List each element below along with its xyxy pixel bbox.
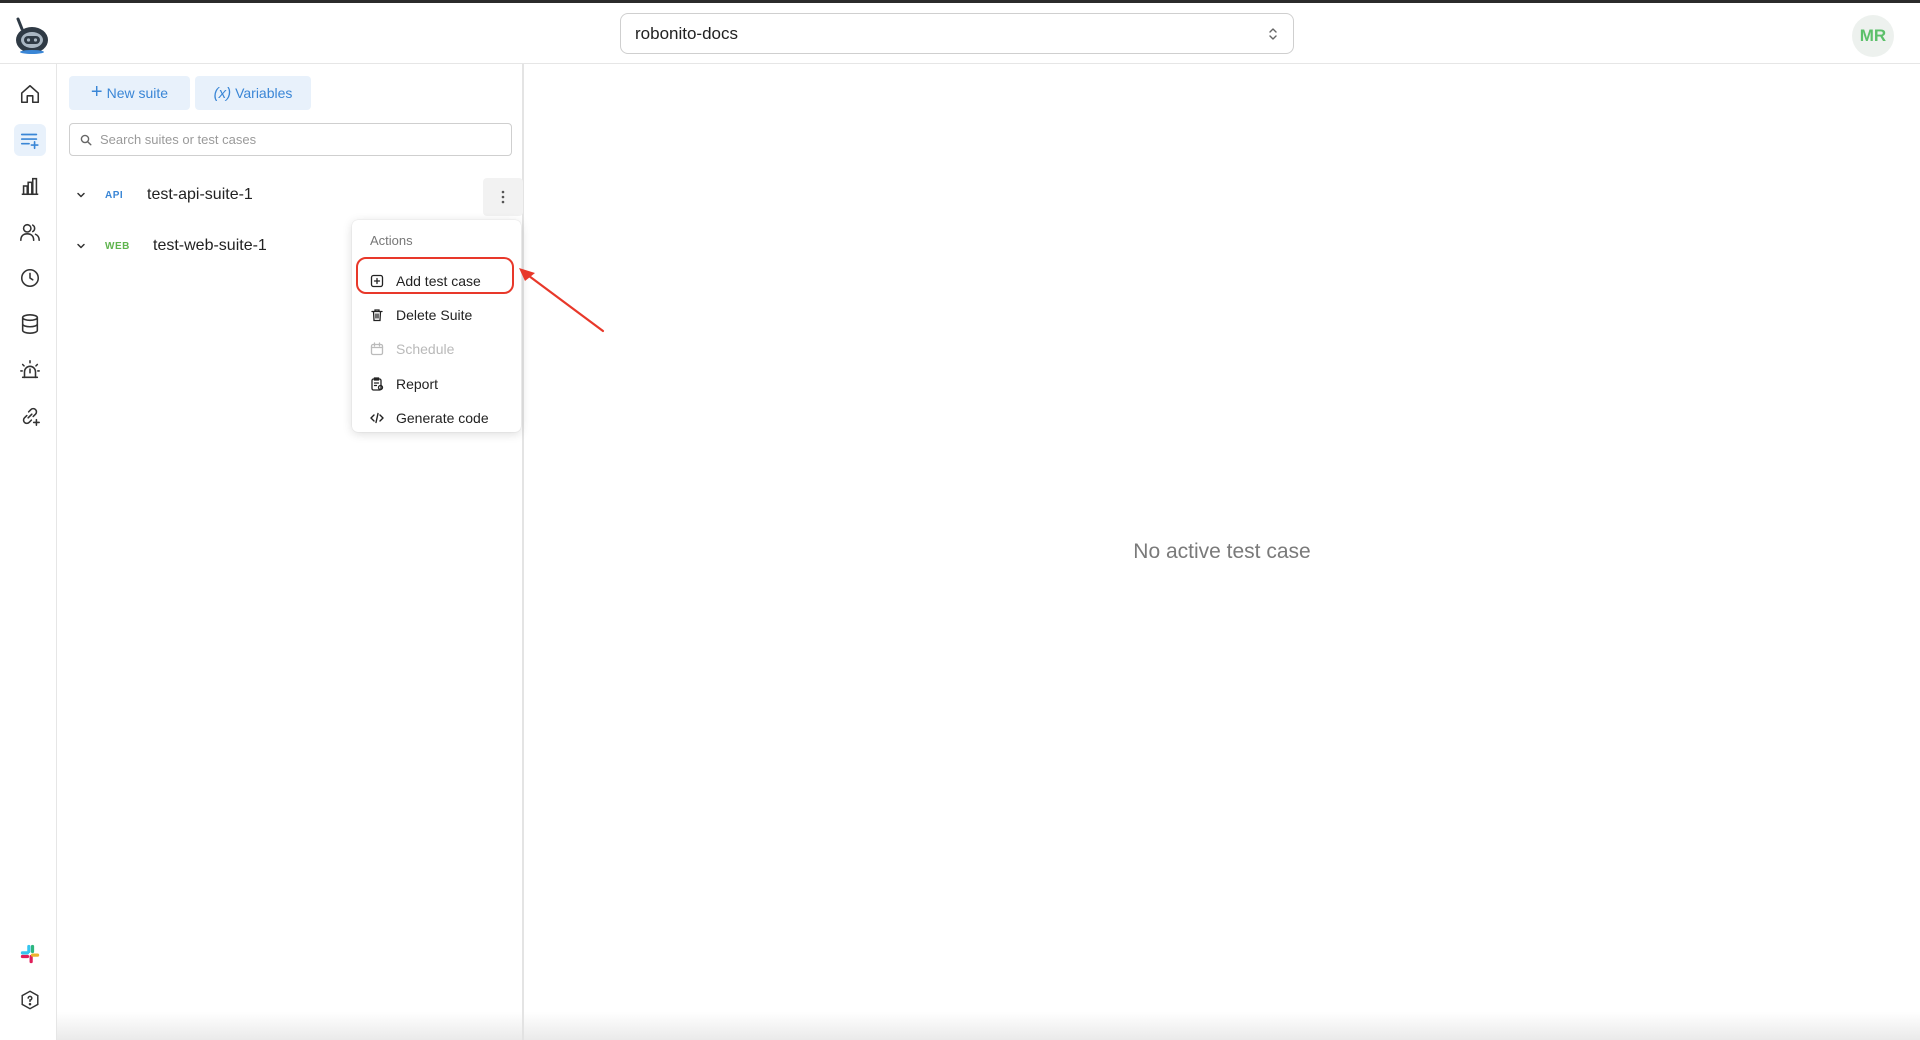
top-header: robonito-docs MR — [0, 3, 1920, 64]
suites-panel: + New suite (x) Variables API test-api-s… — [57, 64, 524, 1040]
suite-name[interactable]: test-web-suite-1 — [153, 237, 267, 255]
nav-alerts[interactable] — [14, 354, 46, 386]
updown-chevron-icon — [1269, 27, 1277, 40]
project-select[interactable]: robonito-docs — [620, 13, 1294, 54]
bar-chart-icon — [21, 177, 39, 196]
left-nav-rail — [0, 64, 57, 1040]
kebab-menu-icon — [501, 190, 505, 204]
add-square-icon — [370, 274, 384, 288]
link-add-icon — [22, 407, 40, 426]
suite-actions-menu: Actions Add test case Delete Suite Sched… — [352, 220, 521, 432]
suite-row[interactable]: API test-api-suite-1 — [69, 178, 524, 212]
slack-icon — [20, 944, 40, 964]
alarm-icon — [20, 360, 40, 379]
nav-slack[interactable] — [14, 938, 46, 970]
menu-item-label: Generate code — [396, 410, 489, 426]
suite-name[interactable]: test-api-suite-1 — [147, 186, 253, 204]
project-select-value: robonito-docs — [635, 23, 739, 43]
nav-team[interactable] — [14, 216, 46, 248]
new-suite-label: New suite — [106, 85, 169, 101]
user-avatar[interactable]: MR — [1852, 15, 1894, 57]
empty-state-message: No active test case — [1133, 540, 1311, 563]
menu-title: Actions — [370, 233, 413, 248]
menu-item-add-test-case[interactable]: Add test case — [370, 269, 481, 293]
variable-icon: (x) — [213, 84, 232, 102]
users-icon — [20, 223, 40, 242]
code-icon — [370, 412, 384, 424]
menu-item-schedule: Schedule — [370, 337, 454, 361]
menu-item-generate-code[interactable]: Generate code — [370, 406, 489, 430]
report-icon — [371, 377, 384, 391]
nav-history[interactable] — [14, 262, 46, 294]
nav-data[interactable] — [14, 308, 46, 340]
database-icon — [21, 314, 39, 334]
nav-integrations[interactable] — [14, 400, 46, 432]
clock-icon — [20, 268, 40, 288]
menu-item-label: Add test case — [396, 273, 481, 289]
plus-icon: + — [90, 81, 103, 103]
test-suites-icon — [20, 133, 39, 150]
new-suite-button[interactable]: + New suite — [69, 76, 190, 110]
suite-actions-button[interactable] — [483, 178, 523, 216]
menu-item-label: Delete Suite — [396, 307, 473, 323]
nav-home[interactable] — [14, 78, 46, 110]
chevron-down-icon[interactable] — [69, 183, 93, 207]
suite-type-badge: WEB — [105, 240, 130, 252]
search-input[interactable] — [100, 132, 500, 147]
suite-type-badge: API — [105, 189, 124, 201]
menu-item-label: Schedule — [396, 341, 455, 357]
avatar-initials: MR — [1859, 26, 1887, 45]
search-icon — [80, 134, 92, 145]
nav-analytics[interactable] — [14, 170, 46, 202]
menu-item-label: Report — [396, 376, 439, 392]
calendar-icon — [370, 342, 384, 356]
robonito-logo[interactable] — [12, 15, 52, 55]
nav-test-suites[interactable] — [14, 124, 46, 156]
variables-label: Variables — [235, 85, 293, 101]
main-content: No active test case — [524, 64, 1920, 1040]
variables-button[interactable]: (x) Variables — [195, 76, 311, 110]
menu-item-report[interactable]: Report — [370, 372, 438, 396]
menu-item-delete-suite[interactable]: Delete Suite — [370, 303, 472, 327]
trash-icon — [371, 309, 383, 322]
chevron-down-icon[interactable] — [69, 234, 93, 258]
search-box — [69, 123, 512, 156]
home-icon — [20, 84, 40, 104]
nav-help[interactable] — [14, 984, 46, 1016]
help-icon — [21, 990, 39, 1010]
